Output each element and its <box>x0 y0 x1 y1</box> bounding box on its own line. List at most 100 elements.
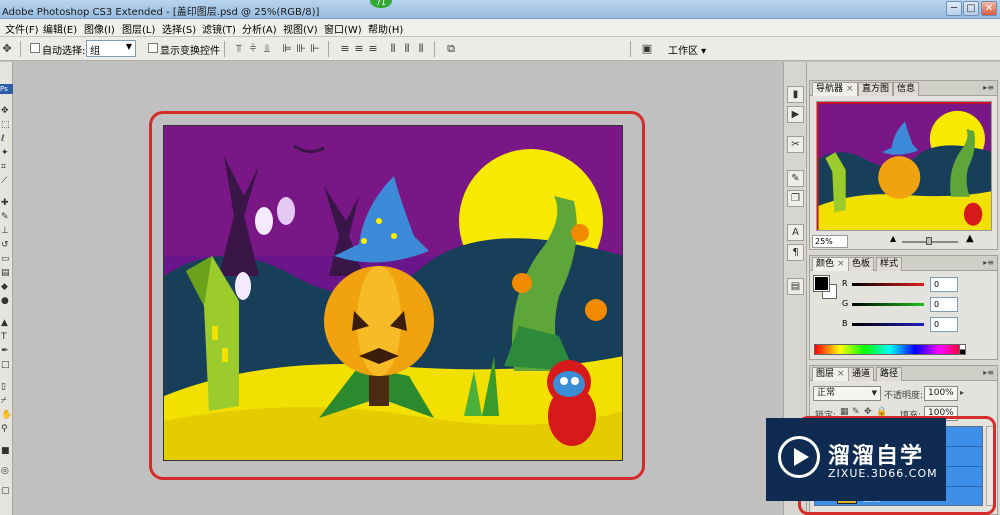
magic-wand-tool-icon[interactable]: ✦ <box>1 148 12 159</box>
document-canvas[interactable] <box>163 125 623 461</box>
pen-tool-icon[interactable]: ✒ <box>1 346 12 357</box>
stamp-tool-icon[interactable]: ⊥ <box>1 226 12 237</box>
align-vcenter-icon[interactable]: ⫩ <box>246 42 260 56</box>
opacity-field[interactable]: 100% <box>924 386 958 401</box>
channel-g-value[interactable]: 0 <box>930 297 958 312</box>
align-left-icon[interactable]: ⊫ <box>280 42 294 56</box>
navigator-zoom-field[interactable]: 25% <box>812 235 848 248</box>
dodge-tool-icon[interactable]: ● <box>1 296 12 307</box>
workspace-menu[interactable]: 工作区 ▾ <box>668 42 706 57</box>
tab-navigator[interactable]: 导航器 × <box>812 82 858 96</box>
navigator-preview[interactable] <box>816 101 992 231</box>
menu-edit[interactable]: 编辑(E) <box>43 21 77 36</box>
menu-view[interactable]: 视图(V) <box>283 21 318 36</box>
type-tool-icon[interactable]: T <box>1 332 12 343</box>
notes-tool-icon[interactable]: ▯ <box>1 382 12 393</box>
tab-paths[interactable]: 路径 <box>876 367 903 381</box>
tab-styles[interactable]: 样式 <box>876 257 903 271</box>
foreground-color-swatch[interactable] <box>813 275 830 292</box>
auto-select-checkbox[interactable] <box>30 43 40 53</box>
brushes-icon[interactable]: ✎ <box>787 170 804 187</box>
auto-select-value: 组 <box>90 46 100 57</box>
chevron-down-icon: ▼ <box>871 389 877 397</box>
channel-b-value[interactable]: 0 <box>930 317 958 332</box>
auto-align-icon[interactable]: ⧉ <box>444 42 458 56</box>
align-top-icon[interactable]: ⫪ <box>232 42 246 56</box>
brush-tool-icon[interactable]: ✎ <box>1 212 12 223</box>
watermark-title: 溜溜自学 <box>828 444 925 469</box>
healing-tool-icon[interactable]: ✚ <box>1 198 12 209</box>
zoom-slider-handle[interactable] <box>926 237 932 245</box>
distribute-bottom-icon[interactable]: ≡ <box>366 42 380 56</box>
menu-file[interactable]: 文件(F) <box>5 21 39 36</box>
hand-tool-icon[interactable]: ✋ <box>1 410 12 421</box>
move-tool-icon[interactable]: ✥ <box>0 42 14 56</box>
channel-g-slider[interactable] <box>852 303 924 306</box>
workspace-camera-icon[interactable]: ▣ <box>640 42 654 56</box>
black-white-ramp[interactable] <box>959 344 966 355</box>
actions-icon[interactable]: ▶ <box>787 106 804 123</box>
navigator-preview-image <box>817 102 991 230</box>
character-icon[interactable]: A <box>787 224 804 241</box>
menu-analysis[interactable]: 分析(A) <box>242 21 277 36</box>
tab-channels[interactable]: 通道 <box>848 367 875 381</box>
slice-tool-icon[interactable]: ⟋ <box>1 176 12 187</box>
blend-mode-dropdown[interactable]: 正常 ▼ <box>813 386 881 401</box>
gradient-tool-icon[interactable]: ▤ <box>1 268 12 279</box>
color-swatches-icon[interactable]: ■ <box>1 446 12 457</box>
channel-b-slider[interactable] <box>852 323 924 326</box>
tab-color[interactable]: 颜色 × <box>812 257 849 271</box>
tab-histogram[interactable]: 直方图 <box>858 82 894 96</box>
channel-r-value[interactable]: 0 <box>930 277 958 292</box>
menu-help[interactable]: 帮助(H) <box>368 21 403 36</box>
panel-menu-icon[interactable]: ▸≡ <box>983 83 994 92</box>
maximize-button[interactable]: □ <box>963 1 979 16</box>
crop-tool-icon[interactable]: ⌗ <box>1 162 12 173</box>
zoom-tool-icon[interactable]: ⚲ <box>1 424 12 435</box>
zoom-in-icon[interactable]: ▲ <box>966 233 974 244</box>
panel-menu-icon[interactable]: ▸≡ <box>983 368 994 377</box>
distribute-right-icon[interactable]: ⦀ <box>414 42 428 56</box>
color-spectrum-ramp[interactable] <box>814 344 966 355</box>
tool-presets-icon[interactable]: ✂ <box>787 136 804 153</box>
shape-tool-icon[interactable]: □ <box>1 360 12 371</box>
tab-info[interactable]: 信息 <box>893 82 920 96</box>
menu-image[interactable]: 图像(I) <box>84 21 115 36</box>
screen-mode-icon[interactable]: ▢ <box>1 486 12 497</box>
channel-r-slider[interactable] <box>852 283 924 286</box>
clone-source-icon[interactable]: ❐ <box>787 190 804 207</box>
layer-comps-icon[interactable]: ▤ <box>787 278 804 295</box>
minimize-button[interactable]: ─ <box>946 1 962 16</box>
distribute-top-icon[interactable]: ≡ <box>338 42 352 56</box>
align-hcenter-icon[interactable]: ⊪ <box>294 42 308 56</box>
show-transform-checkbox[interactable] <box>148 43 158 53</box>
menu-select[interactable]: 选择(S) <box>162 21 196 36</box>
eraser-tool-icon[interactable]: ▭ <box>1 254 12 265</box>
tab-swatches[interactable]: 色板 <box>848 257 875 271</box>
marquee-tool-icon[interactable]: ⬚ <box>1 120 12 131</box>
distribute-left-icon[interactable]: ⦀ <box>386 42 400 56</box>
move-tool-icon[interactable]: ✥ <box>1 106 12 117</box>
window-title: Adobe Photoshop CS3 Extended - [盖印图层.psd… <box>2 7 320 18</box>
path-select-tool-icon[interactable]: ▲ <box>1 318 12 329</box>
align-bottom-icon[interactable]: ⫫ <box>260 42 274 56</box>
menu-filter[interactable]: 滤镜(T) <box>202 21 236 36</box>
close-button[interactable]: ✕ <box>981 1 997 16</box>
paragraph-icon[interactable]: ¶ <box>787 244 804 261</box>
history-brush-tool-icon[interactable]: ↺ <box>1 240 12 251</box>
lasso-tool-icon[interactable]: ℓ <box>1 134 12 145</box>
auto-select-dropdown[interactable]: 组 ▼ <box>86 40 136 57</box>
menu-window[interactable]: 窗口(W) <box>324 21 362 36</box>
quick-mask-icon[interactable]: ◎ <box>1 466 12 477</box>
navigator-icon[interactable]: ▮ <box>787 86 804 103</box>
zoom-out-icon[interactable]: ▲ <box>890 234 896 243</box>
opacity-arrow-icon[interactable]: ▸ <box>960 388 964 397</box>
distribute-vcenter-icon[interactable]: ≡ <box>352 42 366 56</box>
distribute-hcenter-icon[interactable]: ⦀ <box>400 42 414 56</box>
eyedropper-tool-icon[interactable]: ⌿ <box>1 396 12 407</box>
blur-tool-icon[interactable]: ◆ <box>1 282 12 293</box>
tab-layers[interactable]: 图层 × <box>812 367 849 381</box>
menu-layer[interactable]: 图层(L) <box>122 21 155 36</box>
panel-menu-icon[interactable]: ▸≡ <box>983 258 994 267</box>
align-right-icon[interactable]: ⊩ <box>308 42 322 56</box>
